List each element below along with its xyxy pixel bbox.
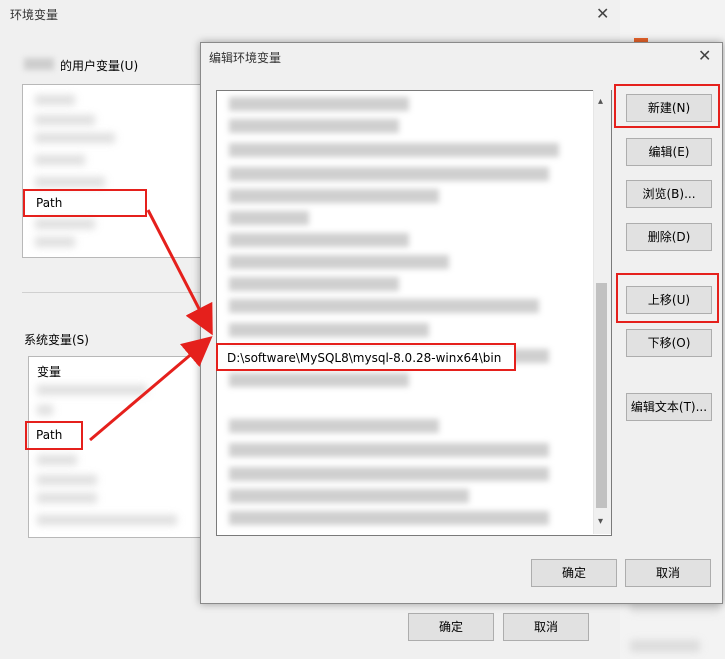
arrow-system-path <box>89 336 213 442</box>
arrow-user-path <box>146 209 213 336</box>
annotation-arrows <box>89 209 213 442</box>
